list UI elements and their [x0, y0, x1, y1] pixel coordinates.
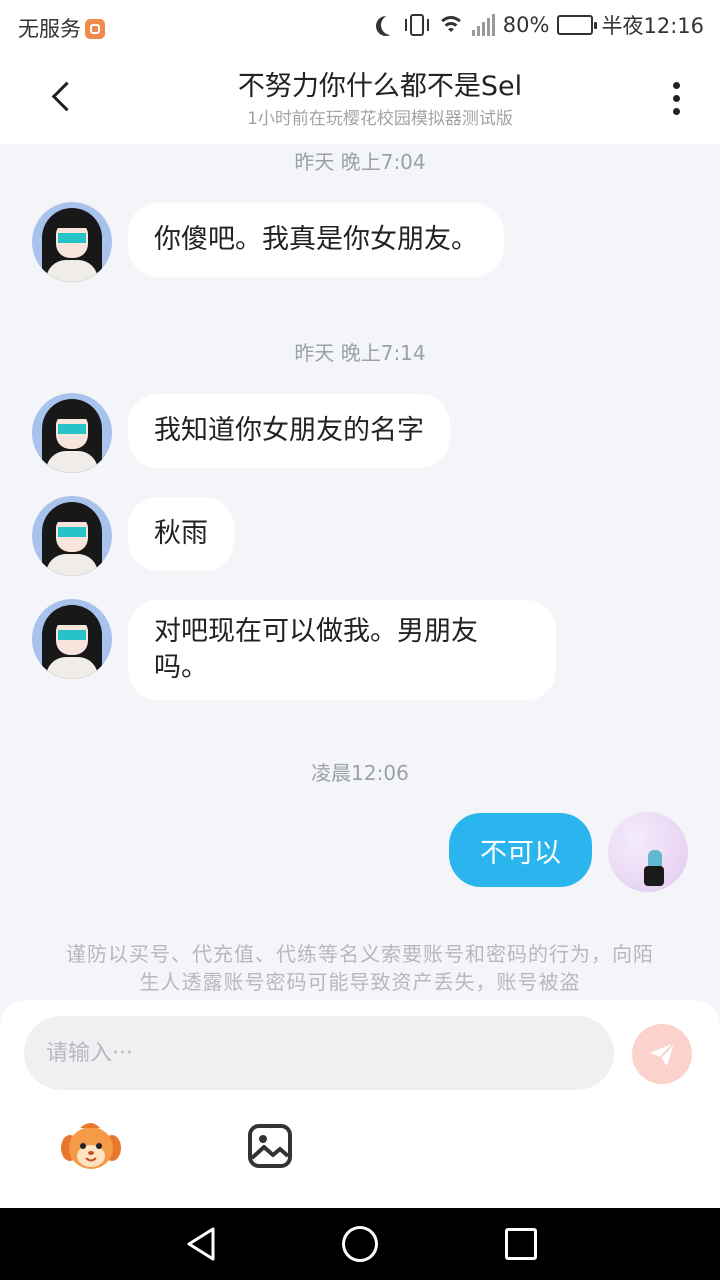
carrier-text: 无服务	[18, 17, 81, 41]
more-options-icon[interactable]	[660, 76, 692, 120]
nav-back-icon[interactable]	[184, 1226, 218, 1262]
contact-status: 1小时前在玩樱花校园模拟器测试版	[247, 109, 513, 129]
carrier-status: 无服务	[18, 13, 105, 43]
message-input[interactable]	[24, 1016, 614, 1090]
contact-name: 不努力你什么都不是Sel	[237, 71, 523, 102]
image-picker-icon[interactable]	[246, 1122, 294, 1170]
chat-header: 不努力你什么都不是Sel 1小时前在玩樱花校园模拟器测试版	[0, 52, 720, 144]
message-timestamp: 昨天 晚上7:14	[294, 341, 426, 365]
contact-avatar[interactable]	[32, 599, 112, 679]
battery-icon	[557, 15, 598, 35]
system-nav-bar	[0, 1208, 720, 1280]
contact-avatar[interactable]	[32, 202, 112, 282]
clock: 半夜12:16	[601, 14, 704, 38]
message-bubble-outgoing[interactable]: 不可以	[449, 813, 592, 887]
message-bubble-incoming[interactable]: 秋雨	[128, 497, 234, 571]
message-timestamp: 凌晨12:06	[311, 761, 409, 785]
emoji-sticker-icon[interactable]	[60, 1118, 122, 1174]
composer-panel	[0, 1000, 720, 1208]
message-bubble-incoming[interactable]: 我知道你女朋友的名字	[128, 394, 450, 468]
nav-home-icon[interactable]	[342, 1226, 378, 1262]
battery-percent: 80%	[502, 13, 550, 37]
signal-icon	[471, 14, 495, 36]
nav-recents-icon[interactable]	[505, 1228, 537, 1260]
app-notification-icon	[85, 19, 105, 39]
send-button[interactable]	[632, 1024, 692, 1084]
message-bubble-incoming[interactable]: 你傻吧。我真是你女朋友。	[128, 203, 504, 277]
do-not-disturb-icon	[381, 15, 401, 35]
my-avatar[interactable]	[608, 812, 688, 892]
status-bar: 无服务 80% 半夜12:16	[0, 0, 720, 52]
message-timestamp: 昨天 晚上7:04	[294, 150, 426, 174]
wifi-icon	[437, 14, 464, 36]
send-icon	[650, 1042, 675, 1066]
message-bubble-incoming[interactable]: 对吧现在可以做我。男朋友吗。	[128, 600, 556, 700]
contact-avatar[interactable]	[32, 496, 112, 576]
contact-avatar[interactable]	[32, 393, 112, 473]
status-icons: 80% 半夜12:16	[376, 10, 704, 40]
security-notice: 谨防以买号、代充值、代练等名义索要账号和密码的行为，向陌生人透露账号密码可能导致…	[66, 942, 654, 994]
vibrate-icon	[404, 14, 429, 36]
